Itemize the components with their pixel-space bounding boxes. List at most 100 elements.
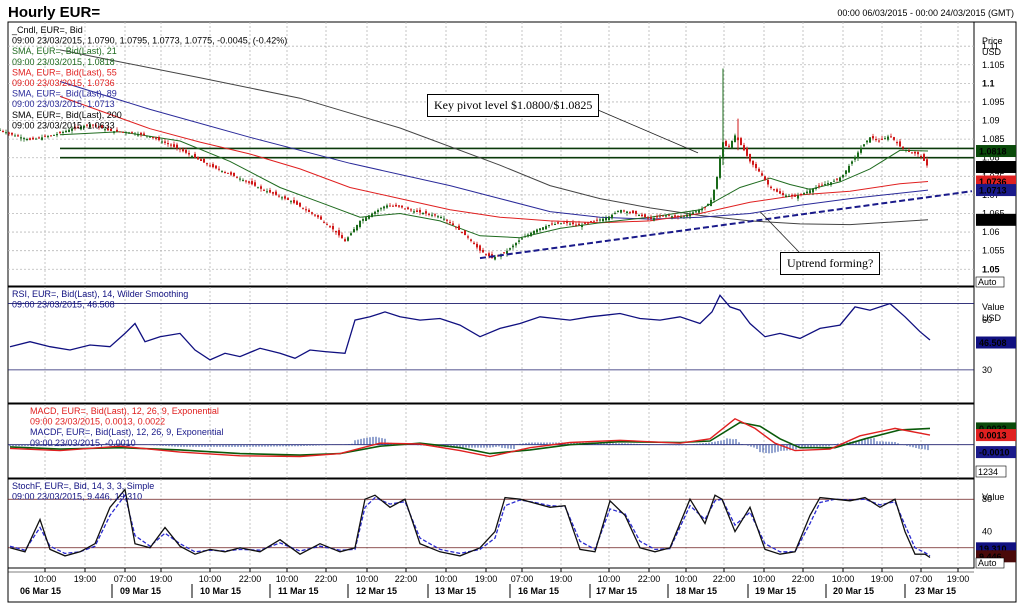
candle-body xyxy=(239,178,241,180)
candle-body xyxy=(629,212,631,214)
candle-body xyxy=(275,191,277,195)
candle-body xyxy=(416,210,418,212)
candle-body xyxy=(644,214,646,218)
candle-body xyxy=(878,140,880,142)
candle-body xyxy=(554,224,556,226)
candle-body xyxy=(470,239,472,241)
price-axis-unit: USD xyxy=(982,47,1002,57)
candle-body xyxy=(857,152,859,159)
candle-body xyxy=(674,215,676,217)
candle-body xyxy=(395,204,397,207)
candle-body xyxy=(467,236,469,238)
candle-body xyxy=(8,132,10,134)
candle-body xyxy=(596,219,598,221)
candle-body xyxy=(341,235,343,239)
candle-body xyxy=(365,217,367,221)
candle-body xyxy=(899,141,901,147)
candle-body xyxy=(701,209,703,211)
candle-body xyxy=(818,185,820,187)
candle-body xyxy=(800,194,802,196)
candle-body xyxy=(47,136,49,138)
candle-body xyxy=(440,216,442,219)
candle-body xyxy=(185,150,187,153)
candle-body xyxy=(581,224,583,228)
candle-body xyxy=(635,210,637,214)
candle-body xyxy=(653,218,655,221)
candle-body xyxy=(779,191,781,194)
candle-body xyxy=(29,138,31,140)
candle-body xyxy=(515,242,517,246)
candle-body xyxy=(173,144,175,147)
candle-body xyxy=(362,219,364,221)
candle-body xyxy=(242,179,244,181)
candle-body xyxy=(713,189,715,201)
candle-body xyxy=(176,144,178,149)
candle-body xyxy=(251,181,253,185)
candle-body xyxy=(560,223,562,225)
candle-body xyxy=(725,141,727,146)
candle-body xyxy=(227,172,229,174)
candle-body xyxy=(329,226,331,228)
candle-body xyxy=(665,215,667,217)
price-legend-text: SMA, EUR=, Bid(Last), 21 xyxy=(12,46,117,56)
candle-body xyxy=(716,176,718,189)
candle-body xyxy=(11,132,13,135)
stoch-legend-text: 09:00 23/03/2015, 9.446, 19.310 xyxy=(12,492,142,502)
candle-body xyxy=(437,216,439,218)
candle-body xyxy=(167,143,169,145)
macd-legend-text: 09:00 23/03/2015, 0.0013, 0.0022 xyxy=(30,417,165,427)
price-legend-text: 09:00 23/03/2015, 1.0818 xyxy=(12,57,115,67)
candle-body xyxy=(35,138,37,140)
candle-body xyxy=(146,135,148,137)
candle-body xyxy=(539,228,541,231)
candle-body xyxy=(755,163,757,169)
candle-body xyxy=(863,144,865,147)
price-auto-label: Auto xyxy=(978,277,997,287)
candle-body xyxy=(392,205,394,207)
x-date-label: 20 Mar 15 xyxy=(833,586,874,596)
candle-body xyxy=(203,158,205,163)
price-tick-label: 1.06 xyxy=(982,227,1000,237)
x-time-label: 10:00 xyxy=(598,574,621,584)
candle-body xyxy=(443,218,445,220)
candle-body xyxy=(419,209,421,213)
candle-body xyxy=(137,133,139,136)
candle-body xyxy=(839,177,841,182)
x-time-label: 10:00 xyxy=(675,574,698,584)
candle-body xyxy=(602,218,604,222)
candle-body xyxy=(881,138,883,140)
candle-body xyxy=(50,135,52,137)
x-time-label: 10:00 xyxy=(356,574,379,584)
candle-body xyxy=(917,152,919,155)
stoch-tick-label: 40 xyxy=(982,527,992,537)
candle-body xyxy=(896,142,898,144)
x-date-label: 23 Mar 15 xyxy=(915,586,956,596)
candle-body xyxy=(383,206,385,209)
candle-body xyxy=(788,195,790,197)
candle-body xyxy=(359,220,361,227)
candle-body xyxy=(530,232,532,237)
macd-histogram xyxy=(9,436,929,454)
candle-body xyxy=(743,145,745,151)
candle-body xyxy=(767,179,769,185)
x-date-label: 10 Mar 15 xyxy=(200,586,241,596)
candle-body xyxy=(65,130,67,133)
candle-body xyxy=(893,137,895,140)
candle-body xyxy=(758,168,760,172)
candle-body xyxy=(197,156,199,160)
candle-body xyxy=(182,149,184,152)
candle-body xyxy=(914,151,916,154)
candle-body xyxy=(860,148,862,153)
candle-body xyxy=(113,131,115,133)
candle-body xyxy=(791,194,793,197)
candle-body xyxy=(683,215,685,217)
candle-body xyxy=(302,207,304,209)
price-legend-text: 09:00 23/03/2015, 1.0713 xyxy=(12,99,115,109)
candle-body xyxy=(116,129,118,132)
sma-21-line xyxy=(59,131,929,239)
candle-body xyxy=(212,164,214,168)
candle-body xyxy=(371,213,373,218)
candle-body xyxy=(155,137,157,139)
price-tick-label: 1.09 xyxy=(982,116,1000,126)
stoch-auto-label: Auto xyxy=(978,558,997,568)
